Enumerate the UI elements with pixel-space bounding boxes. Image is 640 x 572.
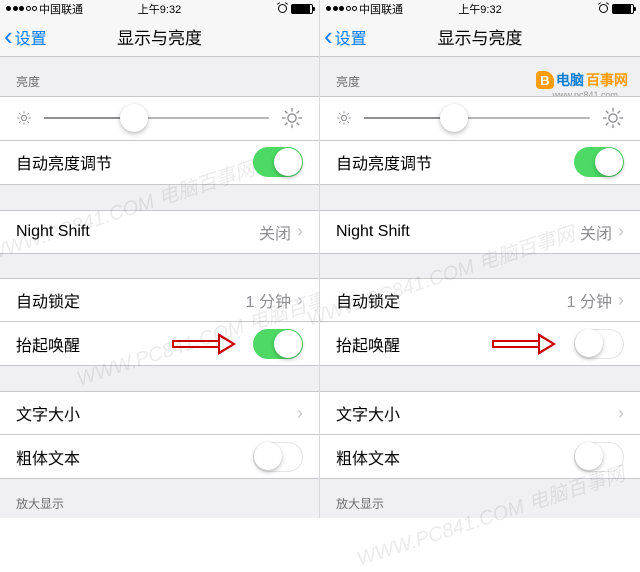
- nav-bar: ‹ 设置 显示与亮度: [320, 18, 640, 57]
- bold-text-switch[interactable]: [253, 442, 303, 472]
- status-bar: 中国联通 上午9:32: [320, 0, 640, 18]
- auto-brightness-switch[interactable]: [253, 147, 303, 177]
- bold-text-label: 粗体文本: [16, 445, 80, 469]
- brightness-slider-cell: [320, 96, 640, 141]
- chevron-right-icon: ›: [297, 290, 303, 311]
- bold-text-label: 粗体文本: [336, 445, 400, 469]
- auto-brightness-label: 自动亮度调节: [336, 150, 432, 174]
- brightness-slider[interactable]: [364, 117, 590, 119]
- brightness-header: 亮度: [0, 57, 319, 96]
- raise-to-wake-switch[interactable]: [253, 329, 303, 359]
- battery-icon: [291, 4, 313, 14]
- bold-text-switch[interactable]: [574, 442, 624, 472]
- brightness-slider[interactable]: [44, 117, 269, 119]
- bold-text-row: 粗体文本: [320, 435, 640, 479]
- bold-text-row: 粗体文本: [0, 435, 319, 479]
- back-button[interactable]: ‹ 设置: [320, 21, 367, 52]
- raise-to-wake-label: 抬起唤醒: [336, 332, 400, 356]
- chevron-right-icon: ›: [618, 221, 624, 242]
- settings-pane-before: 中国联通 上午9:32 ‹ 设置 显示与亮度 亮度 自动亮度调节: [0, 0, 320, 518]
- auto-lock-row[interactable]: 自动锁定 1 分钟 ›: [320, 278, 640, 322]
- chevron-right-icon: ›: [618, 290, 624, 311]
- status-bar: 中国联通 上午9:32: [0, 0, 319, 18]
- sun-high-icon: [281, 107, 303, 129]
- nav-bar: ‹ 设置 显示与亮度: [0, 18, 319, 57]
- brightness-header: 亮度: [320, 57, 640, 96]
- raise-to-wake-row: 抬起唤醒: [320, 322, 640, 366]
- chevron-left-icon: ‹: [4, 21, 13, 52]
- settings-pane-after: 中国联通 上午9:32 ‹ 设置 显示与亮度 B 电脑百事网 www.pc841…: [320, 0, 640, 518]
- auto-lock-label: 自动锁定: [336, 288, 400, 312]
- screenshot-comparison: 中国联通 上午9:32 ‹ 设置 显示与亮度 亮度 自动亮度调节: [0, 0, 640, 518]
- text-size-label: 文字大小: [336, 401, 400, 425]
- brightness-slider-cell: [0, 96, 319, 141]
- sun-low-icon: [16, 110, 32, 126]
- chevron-right-icon: ›: [297, 221, 303, 242]
- alarm-icon: [278, 4, 287, 13]
- raise-to-wake-row: 抬起唤醒: [0, 322, 319, 366]
- auto-brightness-row: 自动亮度调节: [0, 141, 319, 185]
- night-shift-value: 关闭: [259, 220, 291, 244]
- page-title: 显示与亮度: [117, 24, 202, 49]
- night-shift-row[interactable]: Night Shift 关闭 ›: [0, 210, 319, 254]
- chevron-left-icon: ‹: [324, 21, 333, 52]
- page-title: 显示与亮度: [438, 24, 523, 49]
- signal-dots-icon: [326, 6, 357, 11]
- sun-high-icon: [602, 107, 624, 129]
- chevron-right-icon: ›: [618, 403, 624, 424]
- auto-lock-value: 1 分钟: [567, 288, 612, 312]
- zoom-header: 放大显示: [0, 479, 319, 518]
- night-shift-row[interactable]: Night Shift 关闭 ›: [320, 210, 640, 254]
- clock: 上午9:32: [138, 1, 181, 17]
- raise-to-wake-switch[interactable]: [574, 329, 624, 359]
- zoom-header: 放大显示: [320, 479, 640, 518]
- night-shift-value: 关闭: [580, 220, 612, 244]
- annotation-arrow: [492, 334, 556, 354]
- annotation-arrow: [172, 334, 236, 354]
- back-label: 设置: [15, 25, 47, 49]
- auto-brightness-switch[interactable]: [574, 147, 624, 177]
- back-label: 设置: [335, 25, 367, 49]
- auto-lock-value: 1 分钟: [246, 288, 291, 312]
- battery-icon: [612, 4, 634, 14]
- raise-to-wake-label: 抬起唤醒: [16, 332, 80, 356]
- night-shift-label: Night Shift: [16, 223, 90, 241]
- alarm-icon: [599, 4, 608, 13]
- text-size-label: 文字大小: [16, 401, 80, 425]
- chevron-right-icon: ›: [297, 403, 303, 424]
- sun-low-icon: [336, 110, 352, 126]
- signal-dots-icon: [6, 6, 37, 11]
- carrier-label: 中国联通: [359, 1, 403, 17]
- text-size-row[interactable]: 文字大小 ›: [0, 391, 319, 435]
- night-shift-label: Night Shift: [336, 223, 410, 241]
- back-button[interactable]: ‹ 设置: [0, 21, 47, 52]
- auto-brightness-label: 自动亮度调节: [16, 150, 112, 174]
- auto-lock-row[interactable]: 自动锁定 1 分钟 ›: [0, 278, 319, 322]
- clock: 上午9:32: [458, 1, 501, 17]
- text-size-row[interactable]: 文字大小 ›: [320, 391, 640, 435]
- auto-lock-label: 自动锁定: [16, 288, 80, 312]
- carrier-label: 中国联通: [39, 1, 83, 17]
- auto-brightness-row: 自动亮度调节: [320, 141, 640, 185]
